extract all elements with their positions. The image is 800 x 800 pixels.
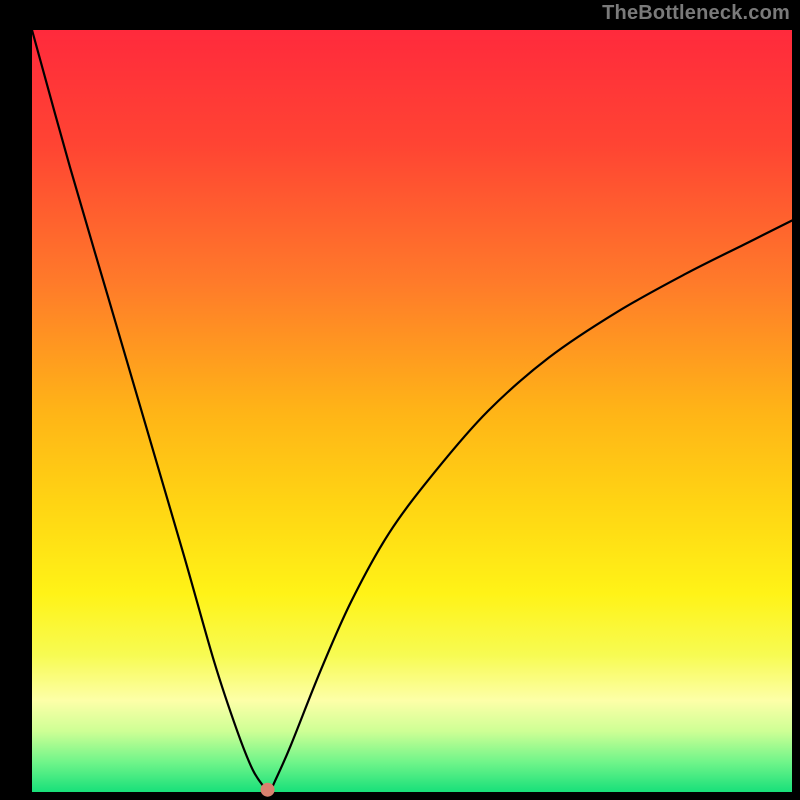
bottleneck-chart — [0, 0, 800, 800]
chart-frame: TheBottleneck.com — [0, 0, 800, 800]
plot-background — [32, 30, 792, 792]
watermark-text: TheBottleneck.com — [602, 2, 790, 25]
optimal-point-marker — [261, 783, 275, 797]
